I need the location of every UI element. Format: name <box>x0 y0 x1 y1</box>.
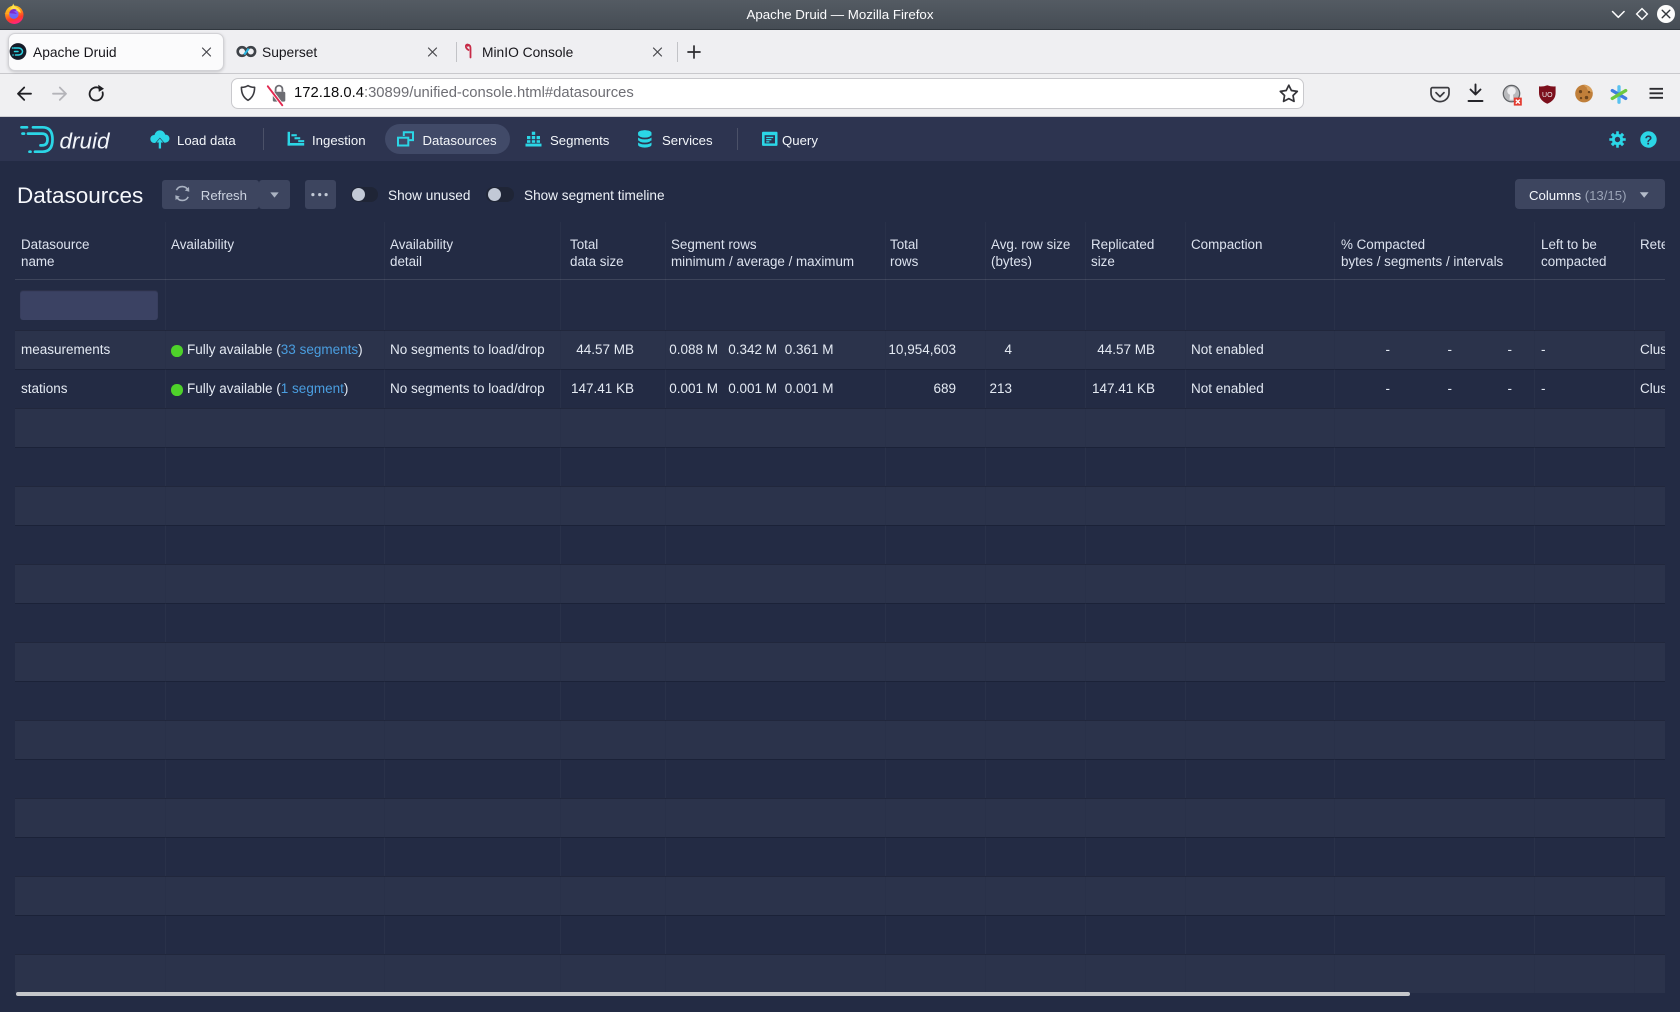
svg-text:druid: druid <box>60 129 112 154</box>
svg-text:UO: UO <box>1542 92 1553 99</box>
svg-text:?: ? <box>1645 134 1653 148</box>
